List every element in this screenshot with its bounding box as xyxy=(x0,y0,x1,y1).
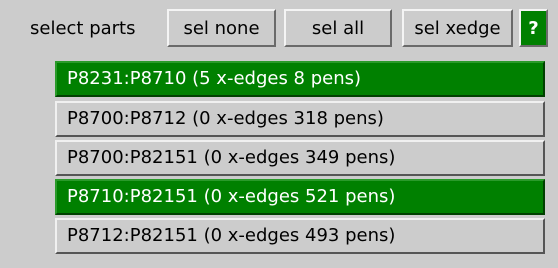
select-parts-panel: select parts sel none sel all sel xedge … xyxy=(0,0,558,268)
select-parts-label: select parts xyxy=(30,18,136,39)
parts-list: P8231:P8710 (5 x-edges 8 pens) P8700:P87… xyxy=(55,61,545,261)
part-row[interactable]: P8700:P8712 (0 x-edges 318 pens) xyxy=(55,101,545,137)
sel-xedge-button[interactable]: sel xedge xyxy=(402,9,513,47)
part-row[interactable]: P8710:P82151 (0 x-edges 521 pens) xyxy=(55,179,545,215)
part-row[interactable]: P8700:P82151 (0 x-edges 349 pens) xyxy=(55,140,545,176)
help-button[interactable]: ? xyxy=(519,9,548,47)
sel-all-button[interactable]: sel all xyxy=(284,9,392,47)
part-row[interactable]: P8712:P82151 (0 x-edges 493 pens) xyxy=(55,218,545,254)
sel-none-button[interactable]: sel none xyxy=(167,9,276,47)
part-row[interactable]: P8231:P8710 (5 x-edges 8 pens) xyxy=(55,61,545,97)
